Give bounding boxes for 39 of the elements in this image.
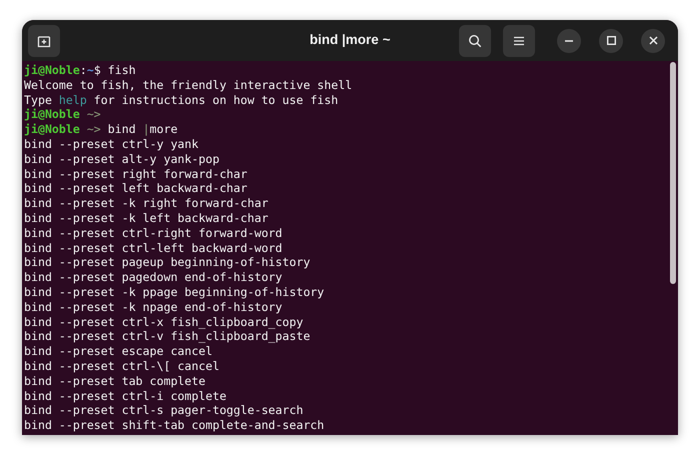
minimize-button[interactable] bbox=[557, 28, 581, 52]
maximize-button[interactable] bbox=[599, 28, 623, 52]
window-title: bind |more ~ bbox=[310, 31, 390, 50]
terminal-line: bind --preset ctrl-x fish_clipboard_copy bbox=[24, 314, 304, 330]
terminal-line: bind --preset right forward-char bbox=[24, 166, 248, 182]
terminal-line: ji@Noble:~$ fish bbox=[24, 63, 136, 78]
new-tab-button[interactable] bbox=[28, 24, 60, 56]
close-button[interactable] bbox=[641, 28, 665, 52]
terminal-line: Type help for instructions on how to use fish bbox=[24, 92, 338, 108]
menu-button[interactable] bbox=[503, 24, 535, 56]
close-icon bbox=[648, 36, 658, 45]
terminal-line: bind --preset -k ppage beginning-of-history bbox=[24, 284, 324, 300]
terminal-line: bind --preset -k npage end-of-history bbox=[24, 300, 282, 315]
terminal-line: bind --preset escape cancel bbox=[24, 344, 212, 359]
terminal-line: bind --preset ctrl-\[ cancel bbox=[24, 358, 220, 374]
terminal-line: bind --preset tab complete bbox=[24, 374, 206, 389]
terminal-line: bind --preset ctrl-s pager-toggle-search bbox=[24, 403, 304, 418]
terminal-line: bind --preset pagedown end-of-history bbox=[24, 270, 282, 285]
terminal-line: ji@Noble ~> bbox=[24, 107, 101, 122]
terminal-line: bind --preset -k left backward-char bbox=[24, 210, 268, 226]
scrollbar-thumb[interactable] bbox=[670, 62, 676, 284]
terminal-line: Welcome to fish, the friendly interactive shell bbox=[24, 78, 352, 93]
terminal-line: bind --preset shift-tab complete-and-search bbox=[24, 418, 324, 433]
terminal-line: bind --preset ctrl-left backward-word bbox=[24, 240, 282, 256]
search-button[interactable] bbox=[459, 24, 491, 56]
minimize-icon bbox=[565, 40, 573, 42]
terminal-line: bind --preset left backward-char bbox=[24, 181, 248, 196]
new-tab-icon bbox=[37, 34, 51, 48]
terminal-line: bind --preset ctrl-y yank bbox=[24, 136, 199, 152]
terminal-line: bind --preset ctrl-v fish_clipboard_paste bbox=[24, 329, 310, 344]
maximize-icon bbox=[606, 36, 616, 45]
terminal-line: ji@Noble ~> bind |more bbox=[24, 122, 178, 137]
search-icon bbox=[468, 34, 482, 48]
terminal-line: bind --preset alt-y yank-pop bbox=[24, 152, 220, 167]
terminal-line: bind --preset pageup beginning-of-history bbox=[24, 255, 310, 270]
terminal-line: bind --preset -k right forward-char bbox=[24, 196, 268, 211]
terminal-line: bind --preset ctrl-right forward-word bbox=[24, 226, 282, 241]
terminal-line: bind --preset ctrl-i complete bbox=[24, 388, 226, 404]
menu-icon bbox=[513, 36, 525, 46]
